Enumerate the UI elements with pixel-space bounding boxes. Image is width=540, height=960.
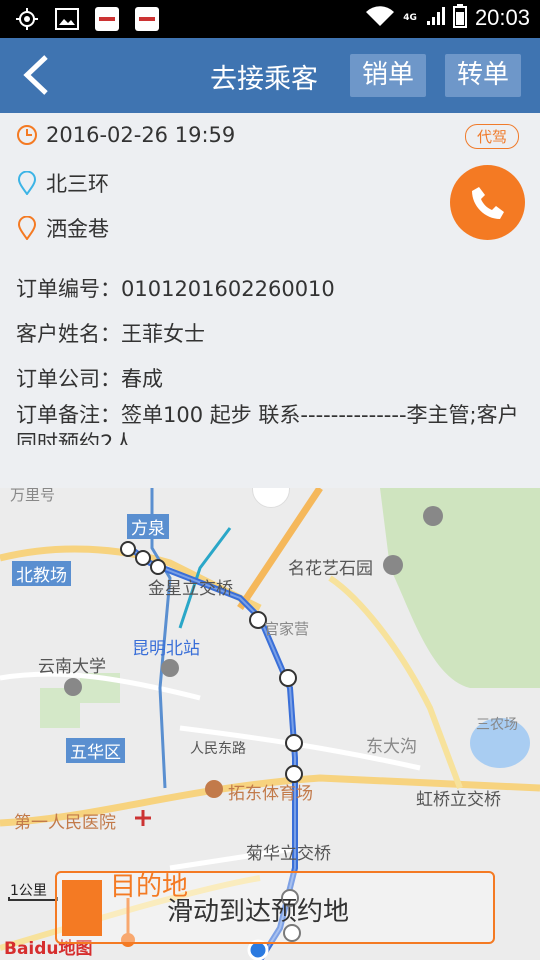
gps-icon bbox=[14, 6, 40, 32]
map-label: 第一人民医院 bbox=[14, 813, 116, 833]
transfer-order-button[interactable]: 转单 bbox=[445, 54, 522, 97]
status-bar: 4G 20:03 bbox=[0, 0, 540, 38]
gallery-icon bbox=[54, 6, 80, 32]
route-map[interactable]: 万里号 北教场 方泉 金星立交桥 名花艺石园 昆明北站 云南大学 五华区 人民东… bbox=[0, 488, 540, 960]
map-label: 菊华立交桥 bbox=[246, 844, 331, 864]
order-time-row: 2016-02-26 19:59 bbox=[16, 123, 235, 147]
destination-marker-label: 目的地 bbox=[110, 872, 189, 902]
map-label: 人民东路 bbox=[190, 741, 246, 757]
order-company: 订单公司：春成 bbox=[16, 367, 163, 391]
map-label: 五华区 bbox=[66, 738, 125, 763]
order-note: 订单备注：签单100 起步 联系--------------李主管;客户同时预约… bbox=[16, 403, 519, 445]
back-button[interactable] bbox=[14, 52, 58, 98]
pickup-row: 北三环 bbox=[16, 168, 109, 198]
customer-name: 客户姓名：王菲女士 bbox=[16, 322, 205, 346]
battery-icon bbox=[452, 4, 467, 32]
clock-icon bbox=[16, 123, 38, 147]
map-label: 三农场 bbox=[476, 717, 518, 733]
service-type-badge: 代驾 bbox=[465, 124, 520, 149]
destination-pin-icon bbox=[16, 216, 38, 240]
map-label: 拓东体育场 bbox=[228, 784, 313, 804]
app-notification-icon bbox=[134, 6, 160, 32]
map-label: 北教场 bbox=[12, 561, 71, 586]
pickup-pin-icon bbox=[16, 171, 38, 195]
map-label: 东大沟 bbox=[366, 737, 417, 757]
page-title: 去接乘客 bbox=[210, 64, 318, 95]
destination-location: 洒金巷 bbox=[46, 217, 109, 241]
order-panel: 2016-02-26 19:59 代驾 北三环 洒金巷 订单编号：0101201… bbox=[0, 113, 540, 488]
map-label: 云南大学 bbox=[38, 657, 106, 677]
map-label: 虹桥立交桥 bbox=[416, 790, 501, 810]
network-type: 4G bbox=[403, 13, 417, 23]
app-notification-icon bbox=[94, 6, 120, 32]
pickup-location: 北三环 bbox=[46, 172, 109, 196]
map-label: 金星立交桥 bbox=[148, 579, 233, 599]
map-scale-bar bbox=[8, 897, 58, 901]
app-header: 去接乘客 销单 转单 bbox=[0, 38, 540, 113]
cancel-order-button[interactable]: 销单 bbox=[350, 54, 427, 97]
map-label: 万里号 bbox=[10, 488, 56, 504]
order-number: 订单编号：0101201602260010 bbox=[16, 277, 335, 301]
wifi-icon bbox=[365, 4, 395, 32]
slider-knob[interactable] bbox=[62, 880, 102, 936]
slider-text: 滑动到达预约地 bbox=[167, 897, 350, 927]
phone-icon bbox=[471, 186, 504, 219]
map-label: 官家营 bbox=[264, 620, 310, 638]
clock: 20:03 bbox=[474, 5, 530, 30]
order-datetime: 2016-02-26 19:59 bbox=[46, 123, 236, 147]
map-label: 名花艺石园 bbox=[288, 559, 373, 579]
destination-row: 洒金巷 bbox=[16, 213, 109, 243]
call-customer-button[interactable] bbox=[450, 165, 525, 240]
signal-icon bbox=[425, 5, 445, 31]
chevron-left-icon bbox=[23, 55, 48, 95]
map-label: 昆明北站 bbox=[132, 639, 200, 659]
map-label: 方泉 bbox=[127, 514, 169, 539]
